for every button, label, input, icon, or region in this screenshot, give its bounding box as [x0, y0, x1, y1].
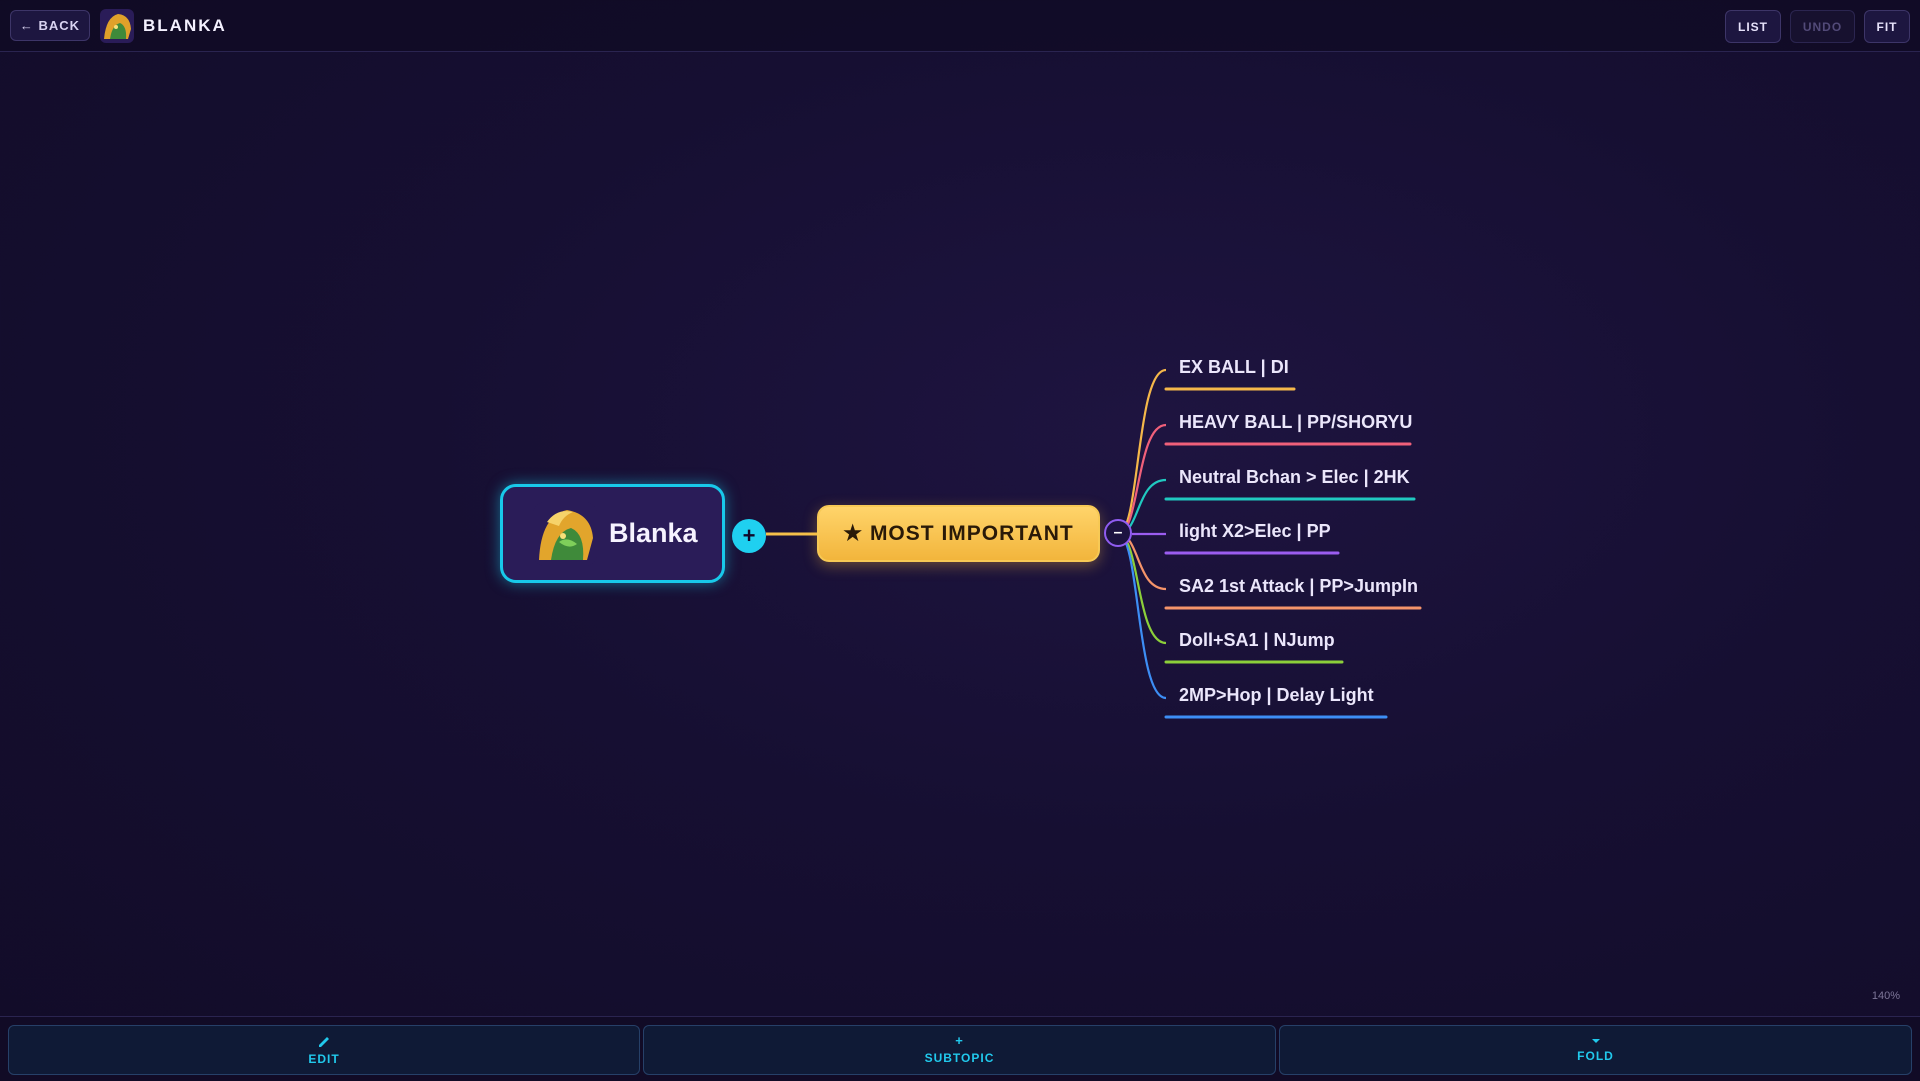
- subtopic-button[interactable]: + SUBTOPIC: [643, 1025, 1276, 1075]
- collapse-button[interactable]: –: [1104, 519, 1132, 547]
- branch-item[interactable]: 2MP>Hop | Delay Light: [1179, 685, 1374, 706]
- branch-item[interactable]: SA2 1st Attack | PP>JumpIn: [1179, 576, 1418, 597]
- pencil-icon: [319, 1037, 329, 1047]
- edit-button-label: EDIT: [308, 1052, 340, 1066]
- edit-button[interactable]: EDIT: [8, 1025, 640, 1075]
- minus-icon: –: [1113, 524, 1123, 541]
- expand-button[interactable]: +: [732, 519, 766, 553]
- root-label: Blanka: [609, 518, 698, 548]
- plus-icon: +: [742, 523, 756, 548]
- branch-connector: [1117, 532, 1167, 700]
- subtopic-button-label: SUBTOPIC: [924, 1051, 995, 1065]
- branch-connector: [1117, 423, 1167, 536]
- bottom-toolbar: EDIT + SUBTOPIC FOLD: [0, 1016, 1920, 1081]
- fold-button-label: FOLD: [1577, 1049, 1614, 1063]
- branch-connector: [1117, 368, 1167, 536]
- zoom-level: 140%: [1871, 990, 1900, 1002]
- caret-down-icon: [1591, 1039, 1600, 1043]
- topic-node[interactable]: ★ MOST IMPORTANT: [817, 505, 1100, 562]
- branch-item[interactable]: Neutral Bchan > Elec | 2HK: [1179, 467, 1410, 488]
- branch-item[interactable]: light X2>Elec | PP: [1179, 521, 1331, 542]
- branch-item[interactable]: EX BALL | DI: [1179, 357, 1289, 378]
- blanka-portrait-icon: [533, 501, 597, 566]
- branch-item[interactable]: Doll+SA1 | NJump: [1179, 630, 1335, 651]
- branch-item[interactable]: HEAVY BALL | PP/SHORYU: [1179, 412, 1412, 433]
- root-avatar: [533, 501, 597, 566]
- fold-button[interactable]: FOLD: [1279, 1025, 1912, 1075]
- plus-icon: +: [955, 1033, 964, 1048]
- topic-label: ★ MOST IMPORTANT: [843, 522, 1074, 545]
- root-node[interactable]: Blanka: [500, 484, 725, 583]
